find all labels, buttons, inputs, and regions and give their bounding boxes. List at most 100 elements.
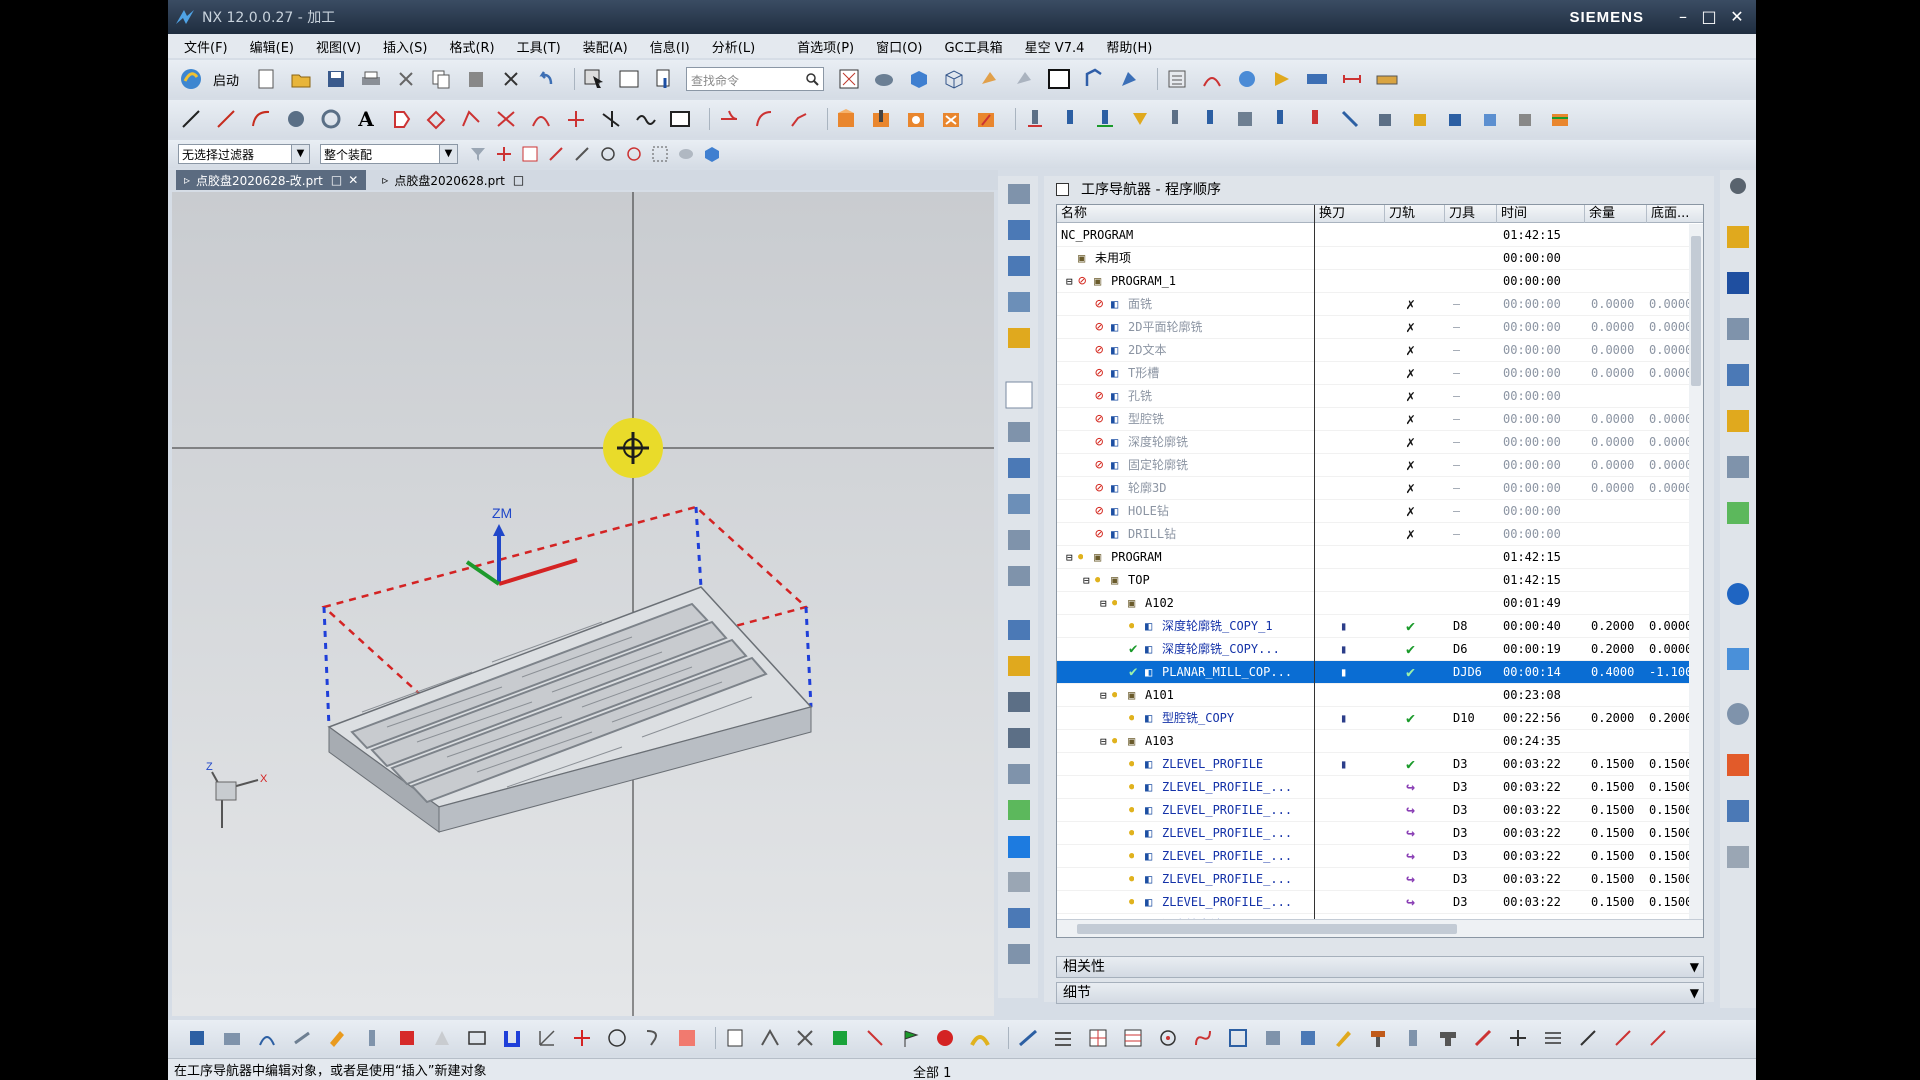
- create-geometry-icon[interactable]: [904, 106, 930, 132]
- mill-op11-icon[interactable]: [1372, 106, 1398, 132]
- table-row[interactable]: ● ◧ 深度轮廓铣_COPY_1 ▮ ✔ D8 00:00:40 0.2000 0.0000: [1057, 615, 1691, 638]
- red-wire-icon[interactable]: [862, 1025, 888, 1051]
- plane-grid-icon[interactable]: [1085, 1025, 1111, 1051]
- col-header-name[interactable]: 名称: [1057, 205, 1315, 223]
- create-method-icon[interactable]: [939, 106, 965, 132]
- table-row[interactable]: ⊟ ● ▣ A102 00:01:49: [1057, 592, 1691, 615]
- menu-xingkong[interactable]: 星空 V7.4: [1025, 37, 1085, 56]
- pin-icon[interactable]: □: [513, 173, 524, 187]
- copy-icon[interactable]: [428, 66, 454, 92]
- red-diagonal2-icon[interactable]: [1645, 1025, 1671, 1051]
- render-style-icon[interactable]: [702, 141, 722, 167]
- graphics-viewport[interactable]: ZM Z X: [172, 192, 994, 1016]
- point-icon[interactable]: [1155, 1025, 1181, 1051]
- offset-curve-icon[interactable]: [423, 106, 449, 132]
- navigator-pin-checkbox[interactable]: [1056, 182, 1069, 196]
- select-box-icon[interactable]: [650, 141, 670, 167]
- table-row[interactable]: ⊟ ● ▣ A103 00:24:35: [1057, 730, 1691, 753]
- plus-icon[interactable]: [1505, 1025, 1531, 1051]
- circle-outline-icon[interactable]: [604, 1025, 630, 1051]
- expand-toggle-icon[interactable]: ⊟: [1066, 546, 1073, 569]
- resource-bar-icons[interactable]: [1005, 184, 1033, 964]
- u-shape-icon[interactable]: [499, 1025, 525, 1051]
- table-row[interactable]: ⊟ ● ▣ PROGRAM 01:42:15: [1057, 546, 1691, 569]
- pillar-icon[interactable]: [1400, 1025, 1426, 1051]
- intersect-curve-icon[interactable]: [493, 106, 519, 132]
- col-header-toolpath[interactable]: 刀轨: [1385, 205, 1445, 223]
- table-row[interactable]: ⊘ ◧ 孔铣 ✗ — 00:00:00: [1057, 385, 1691, 408]
- create-tool-icon[interactable]: [869, 106, 895, 132]
- view-style-icon[interactable]: [676, 141, 696, 167]
- maximize-button[interactable]: □: [1698, 7, 1720, 27]
- paste-icon[interactable]: [463, 66, 489, 92]
- axis-icon[interactable]: [534, 1025, 560, 1051]
- table-row[interactable]: ⊘ ◧ T形槽 ✗ — 00:00:00 0.0000 0.0000: [1057, 362, 1691, 385]
- wireframe-view-icon[interactable]: [941, 66, 967, 92]
- fillet-curve-icon[interactable]: [751, 106, 777, 132]
- shop-doc-icon[interactable]: [254, 1025, 280, 1051]
- start-label[interactable]: 启动: [213, 70, 239, 89]
- scroll-thumb[interactable]: [1077, 924, 1457, 934]
- scroll-thumb[interactable]: [1691, 236, 1701, 386]
- layers2-icon[interactable]: [1295, 1025, 1321, 1051]
- selection-filter-select[interactable]: 无选择过滤器 ▼: [178, 144, 310, 164]
- chamfer-curve-icon[interactable]: [786, 106, 812, 132]
- snap-grid-icon[interactable]: [520, 141, 540, 167]
- expand-toggle-icon[interactable]: ⊟: [1100, 730, 1107, 753]
- red-diagonal-icon[interactable]: [1610, 1025, 1636, 1051]
- simulate-icon[interactable]: [1269, 66, 1295, 92]
- plane-grid2-icon[interactable]: [1120, 1025, 1146, 1051]
- spiral-icon[interactable]: [318, 106, 344, 132]
- minimize-button[interactable]: –: [1672, 7, 1694, 27]
- ops-list-icon[interactable]: [1164, 66, 1190, 92]
- part-model[interactable]: [327, 586, 813, 833]
- save-icon[interactable]: [323, 66, 349, 92]
- extend-curve-icon[interactable]: [716, 106, 742, 132]
- mill-op5-icon[interactable]: [1162, 106, 1188, 132]
- table-row[interactable]: ● ◧ ZLEVEL_PROFILE_... ↪ D3 00:03:22 0.1500 0.1…: [1057, 776, 1691, 799]
- mill-op8-icon[interactable]: [1267, 106, 1293, 132]
- menu-window[interactable]: 窗口(O): [876, 37, 922, 56]
- polygon-icon[interactable]: [388, 106, 414, 132]
- command-search-input[interactable]: 查找命令: [686, 67, 825, 91]
- edge-select-icon[interactable]: [1015, 1025, 1041, 1051]
- mill-op13-icon[interactable]: [1442, 106, 1468, 132]
- color-dot-icon[interactable]: [932, 1025, 958, 1051]
- frame-icon[interactable]: [1225, 1025, 1251, 1051]
- menu-preferences[interactable]: 首选项(P): [797, 37, 854, 56]
- abs-icon[interactable]: [757, 1025, 783, 1051]
- cross-axes-icon[interactable]: [792, 1025, 818, 1051]
- open-folder-icon[interactable]: [288, 66, 314, 92]
- pin-icon[interactable]: □: [331, 173, 342, 187]
- snap-center-icon[interactable]: [598, 141, 618, 167]
- tab-part-modified[interactable]: ▹ 点胶盘2020628-改.prt □ ✕: [176, 170, 367, 190]
- stop-icon[interactable]: [394, 1025, 420, 1051]
- print-icon[interactable]: [358, 66, 384, 92]
- mill-op-icon[interactable]: [1022, 106, 1048, 132]
- operation-tree-grid[interactable]: 名称 换刀 刀轨 刀具 时间 余量 底面... NC_PROGRAM 01:42:…: [1056, 204, 1704, 938]
- layers-icon[interactable]: [1260, 1025, 1286, 1051]
- menu-analysis[interactable]: 分析(L): [712, 37, 755, 56]
- table-row[interactable]: ⊘ ◧ 2D文本 ✗ — 00:00:00 0.0000 0.0000: [1057, 339, 1691, 362]
- expand-toggle-icon[interactable]: ⊟: [1066, 270, 1073, 293]
- measure-icon[interactable]: [1339, 66, 1365, 92]
- snap-point-icon[interactable]: [494, 141, 514, 167]
- mill-op14-icon[interactable]: [1477, 106, 1503, 132]
- green-box-icon[interactable]: [827, 1025, 853, 1051]
- edge-color-icon[interactable]: [976, 66, 1002, 92]
- table-row[interactable]: ● ◧ ZLEVEL_PROFILE ▮ ✔ D3 00:03:22 0.1500 0.1500: [1057, 753, 1691, 776]
- snap-icon[interactable]: [1116, 66, 1142, 92]
- menu-info[interactable]: 信息(I): [650, 37, 690, 56]
- close-button[interactable]: ✕: [1726, 7, 1748, 27]
- table-row[interactable]: ⊟ ⊘ ▣ PROGRAM_1 00:00:00: [1057, 270, 1691, 293]
- horizontal-scrollbar[interactable]: [1057, 919, 1703, 937]
- machine-icon[interactable]: [1304, 66, 1330, 92]
- table-row[interactable]: NC_PROGRAM 01:42:15: [1057, 224, 1691, 247]
- table-row[interactable]: ✔ ◧ 深度轮廓铣_COPY... ▮ ✔ D6 00:00:19 0.2000 0.0000: [1057, 638, 1691, 661]
- hook-icon[interactable]: [639, 1025, 665, 1051]
- yellow-curve-icon[interactable]: [967, 1025, 993, 1051]
- col-header-floor[interactable]: 底面...: [1647, 205, 1703, 223]
- create-program-icon[interactable]: [834, 106, 860, 132]
- table-row[interactable]: ● ◧ ZLEVEL_PROFILE_... ↪ D3 00:03:22 0.1500 0.1…: [1057, 822, 1691, 845]
- panel-details[interactable]: 细节 ▼: [1056, 982, 1704, 1004]
